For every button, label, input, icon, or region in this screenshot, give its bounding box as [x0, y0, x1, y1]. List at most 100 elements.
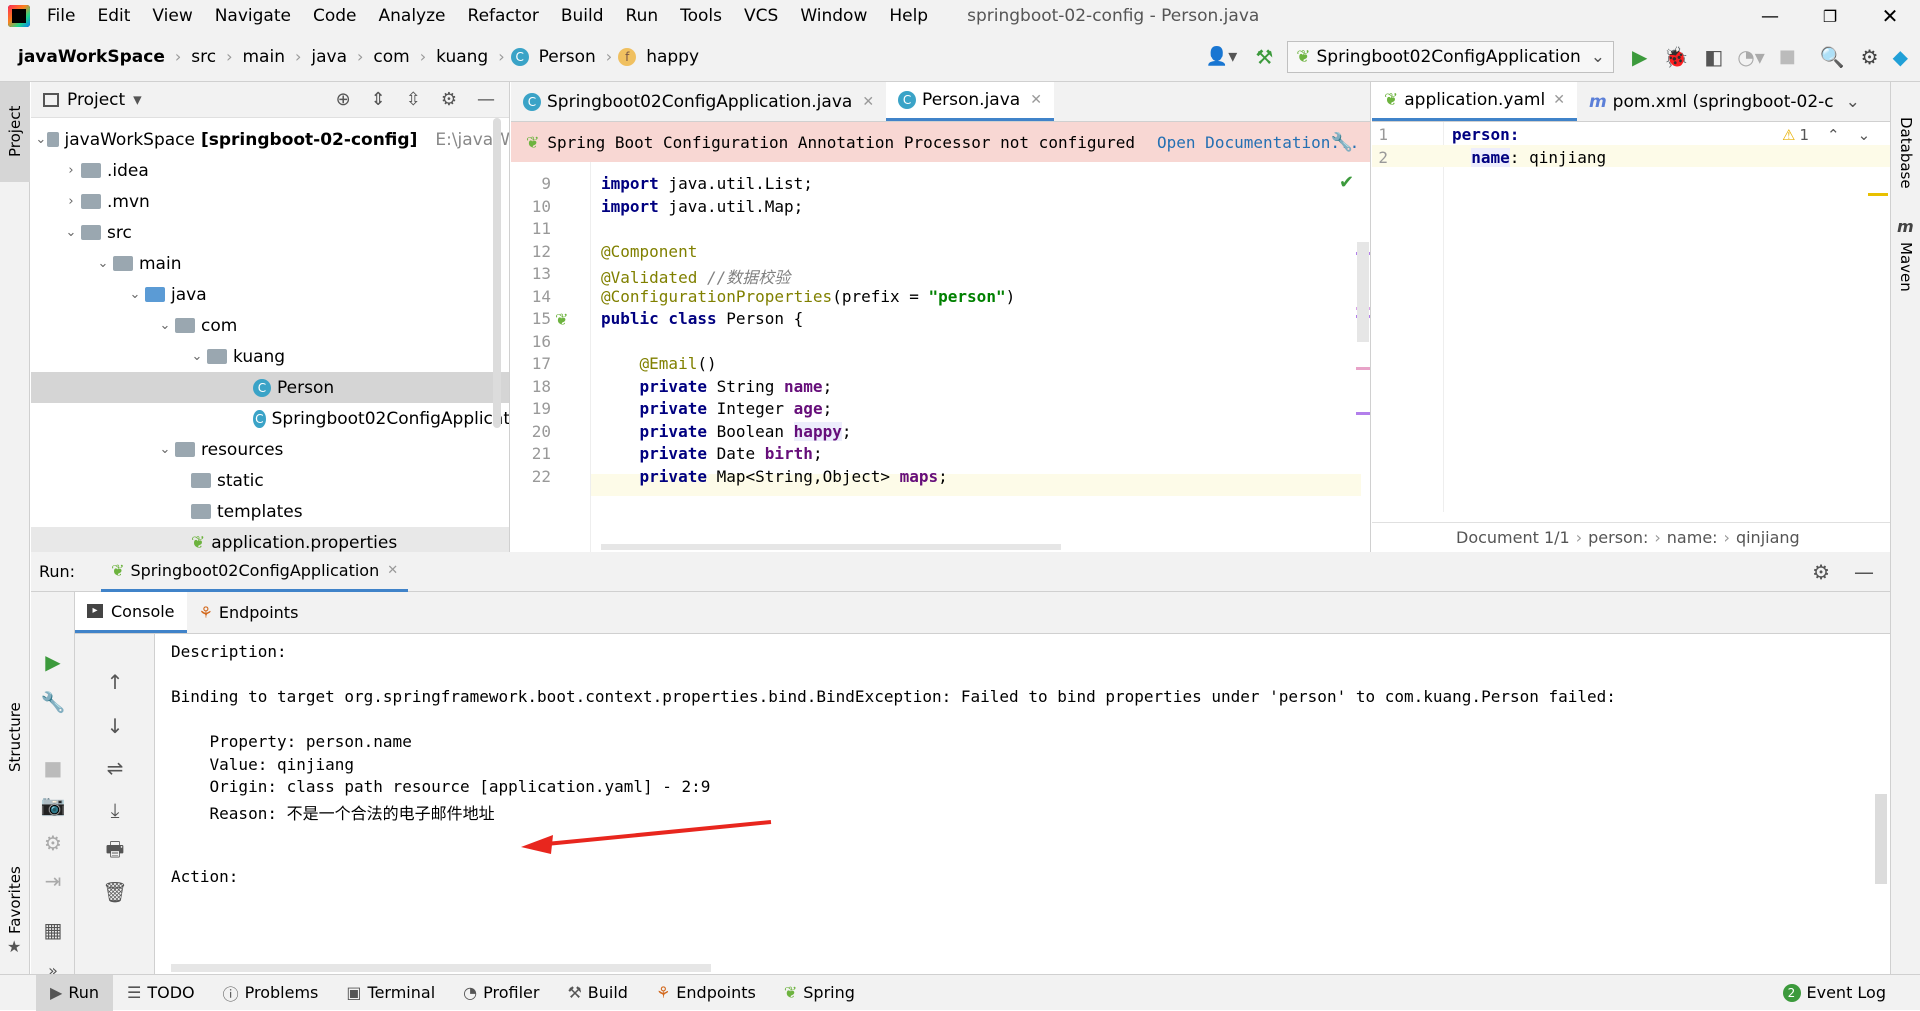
tool-event-log[interactable]: 2 Event Log [1769, 983, 1901, 1002]
menu-edit[interactable]: Edit [86, 6, 141, 26]
breadcrumb-workspace[interactable]: javaWorkSpace [0, 47, 169, 67]
tree-item-templates[interactable]: templates [31, 496, 509, 527]
stripe-mark[interactable] [1868, 193, 1888, 196]
tree-root[interactable]: ⌄ javaWorkSpace [springboot-02-config] E… [31, 124, 509, 155]
tool-terminal[interactable]: ▣ Terminal [332, 983, 449, 1002]
breadcrumb-kuang[interactable]: kuang [432, 47, 492, 67]
close-icon[interactable]: ✕ [1030, 92, 1042, 108]
breadcrumb-com[interactable]: com [369, 47, 413, 67]
chevron-down-icon[interactable]: ⌄ [35, 132, 47, 147]
chevron-down-icon[interactable]: ⌄ [1858, 126, 1871, 144]
yaml-status-doc[interactable]: Document 1/1 [1456, 528, 1570, 547]
tree-item-com[interactable]: ⌄ com [31, 310, 509, 341]
structure-strip-label[interactable]: Structure [6, 702, 24, 772]
close-icon[interactable]: ✕ [1553, 92, 1565, 108]
stop-icon[interactable]: ■ [1779, 46, 1796, 67]
breadcrumb-person[interactable]: Person [535, 47, 600, 67]
hide-icon[interactable]: — [477, 89, 495, 110]
menu-refactor[interactable]: Refactor [457, 6, 550, 26]
tool-spring[interactable]: ❦ Spring [770, 983, 869, 1002]
minimize-icon[interactable]: — [1740, 6, 1800, 27]
stripe-mark[interactable] [1356, 367, 1370, 370]
breadcrumb-happy[interactable]: happy [642, 47, 703, 67]
locate-icon[interactable]: ⊕ [336, 89, 351, 110]
chevron-down-icon[interactable]: ⌄ [61, 225, 81, 240]
editor-hscrollbar[interactable] [601, 544, 1061, 550]
tree-item-app-properties[interactable]: ❦ application.properties [31, 527, 509, 552]
tab-application-java[interactable]: C Springboot02ConfigApplication.java ✕ [511, 82, 886, 121]
wrench-icon[interactable]: 🔧 [1331, 132, 1353, 153]
chevron-right-icon[interactable]: › [61, 194, 81, 209]
breadcrumb-java[interactable]: java [307, 47, 351, 67]
collapse-all-icon[interactable]: ⇳ [406, 89, 421, 110]
chevron-down-icon[interactable]: ⌄ [187, 349, 207, 364]
maven-strip-label[interactable]: Maven [1897, 242, 1915, 292]
menu-build[interactable]: Build [550, 6, 615, 26]
menu-run[interactable]: Run [615, 6, 670, 26]
tree-item-mvn[interactable]: › .mvn [31, 186, 509, 217]
chevron-down-icon[interactable]: ⌄ [125, 287, 145, 302]
breadcrumb-main[interactable]: main [239, 47, 289, 67]
tool-profiler[interactable]: ◔ Profiler [449, 983, 553, 1002]
menu-navigate[interactable]: Navigate [204, 6, 302, 26]
run-icon[interactable]: ▶ [1632, 45, 1647, 69]
chevron-down-icon[interactable]: ⌄ [155, 318, 175, 333]
menu-tools[interactable]: Tools [669, 6, 733, 26]
tree-item-java[interactable]: ⌄ java [31, 279, 509, 310]
tree-item-main[interactable]: ⌄ main [31, 248, 509, 279]
chevron-down-icon[interactable]: ⌄ [1838, 82, 1868, 121]
tree-item-src[interactable]: ⌄ src [31, 217, 509, 248]
favorites-strip-label[interactable]: Favorites [6, 866, 24, 934]
project-panel-title[interactable]: Project [67, 90, 125, 110]
tool-todo[interactable]: ☰ TODO [113, 983, 209, 1002]
expand-all-icon[interactable]: ⇕ [371, 89, 386, 110]
tree-item-person[interactable]: C Person [31, 372, 509, 403]
debug-icon[interactable]: 🐞 [1663, 45, 1688, 69]
menu-view[interactable]: View [141, 6, 203, 26]
menu-help[interactable]: Help [878, 6, 939, 26]
editor-scrollbar[interactable] [1357, 242, 1369, 342]
tree-item-kuang[interactable]: ⌄ kuang [31, 341, 509, 372]
tool-endpoints[interactable]: ⚘ Endpoints [642, 983, 770, 1002]
breadcrumb-src[interactable]: src [187, 47, 220, 67]
gear-icon[interactable]: ⚙ [441, 89, 457, 110]
menu-vcs[interactable]: VCS [733, 6, 789, 26]
menu-window[interactable]: Window [789, 6, 878, 26]
tree-item-static[interactable]: static [31, 465, 509, 496]
stripe-mark[interactable] [1356, 412, 1370, 415]
user-icon[interactable]: 👤▾ [1206, 46, 1237, 67]
chevron-down-icon[interactable]: ▾ [133, 90, 142, 110]
tab-person-java[interactable]: C Person.java ✕ [886, 82, 1054, 121]
chevron-up-icon[interactable]: ⌃ [1827, 126, 1840, 144]
chevron-right-icon[interactable]: › [61, 163, 81, 178]
jetbrains-icon[interactable]: ◆ [1893, 45, 1908, 69]
project-scrollbar[interactable] [493, 118, 501, 428]
yaml-status-value[interactable]: qinjiang [1736, 528, 1800, 547]
tool-problems[interactable]: ⓘ Problems [209, 981, 333, 1005]
search-icon[interactable]: 🔍 [1820, 45, 1845, 69]
tab-application-yaml[interactable]: ❦ application.yaml ✕ [1372, 82, 1577, 121]
hammer-icon[interactable]: ⚒ [1255, 45, 1273, 69]
profile-icon[interactable]: ◔▾ [1737, 45, 1765, 69]
restore-icon[interactable]: ❐ [1800, 7, 1860, 26]
tab-pom-xml[interactable]: m pom.xml (springboot-02-c [1577, 82, 1838, 121]
open-documentation-link[interactable]: Open Documentation... [1157, 133, 1359, 152]
close-icon[interactable]: ✕ [862, 94, 874, 110]
close-icon[interactable]: ✕ [1860, 4, 1920, 28]
chevron-down-icon[interactable]: ⌄ [155, 442, 175, 457]
spring-bean-icon[interactable]: ❦ [555, 310, 568, 329]
yaml-status-key[interactable]: person: [1588, 528, 1648, 547]
coverage-icon[interactable]: ◧ [1704, 45, 1723, 69]
inspection-widget[interactable]: ⚠ 1 ⌃ ⌄ [1782, 126, 1870, 144]
menu-file[interactable]: File [36, 6, 86, 26]
tool-run[interactable]: ▶ Run [36, 974, 113, 1011]
tool-build[interactable]: ⚒ Build [553, 983, 642, 1002]
menu-code[interactable]: Code [302, 6, 368, 26]
tree-item-idea[interactable]: › .idea [31, 155, 509, 186]
settings-icon[interactable]: ⚙ [1861, 45, 1879, 69]
tree-item-application[interactable]: C Springboot02ConfigApplicat [31, 403, 509, 434]
run-config-select[interactable]: ❦ Springboot02ConfigApplication ⌄ [1287, 40, 1615, 73]
menu-analyze[interactable]: Analyze [368, 6, 457, 26]
tree-item-resources[interactable]: ⌄ resources [31, 434, 509, 465]
yaml-status-key[interactable]: name: [1667, 528, 1718, 547]
